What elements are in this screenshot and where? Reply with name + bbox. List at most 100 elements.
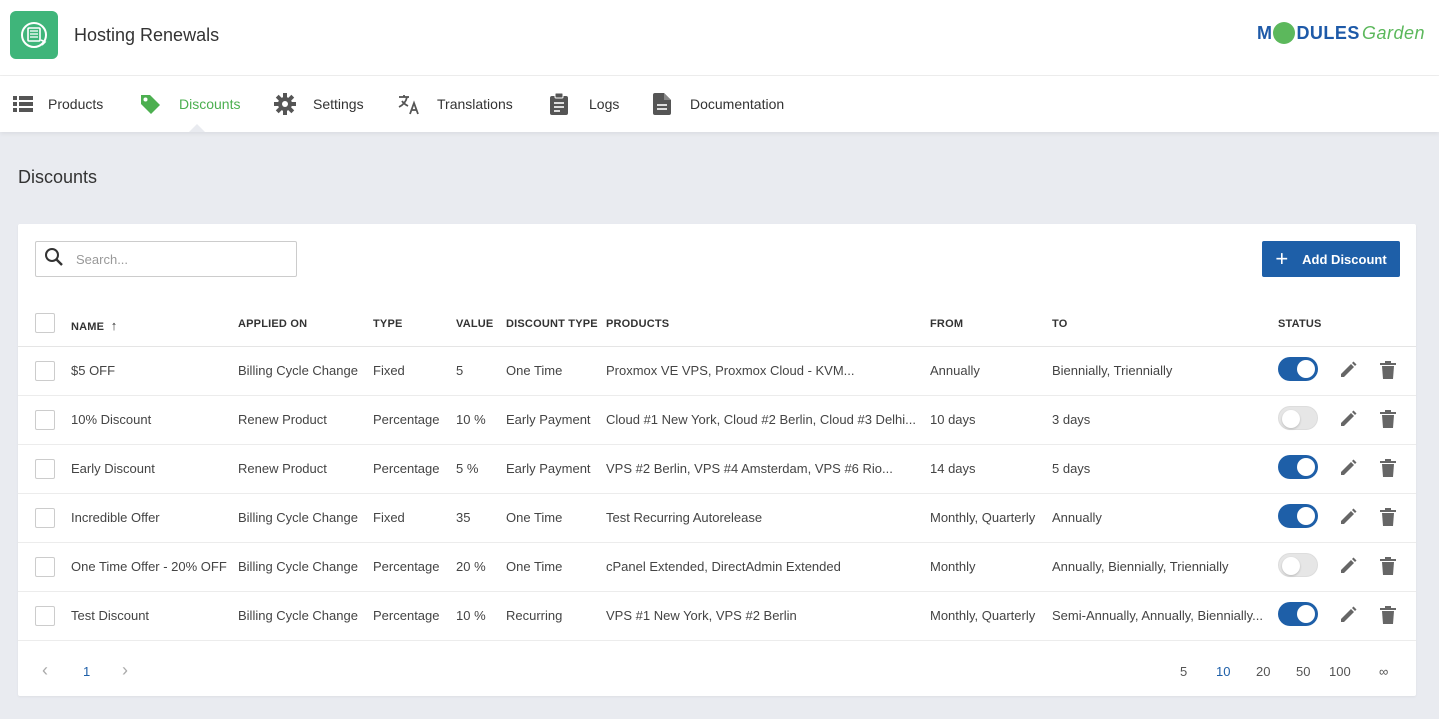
cell-value: 5 <box>456 363 464 378</box>
edit-icon[interactable] <box>1338 605 1358 625</box>
nav-logs-label: Logs <box>589 96 620 112</box>
cell-discount-type: Recurring <box>506 608 563 623</box>
tag-icon <box>139 93 161 115</box>
cell-discount-type: One Time <box>506 510 563 525</box>
cell-products: cPanel Extended, DirectAdmin Extended <box>606 559 841 574</box>
cell-applied-on: Billing Cycle Change <box>238 363 358 378</box>
status-toggle[interactable] <box>1278 357 1318 381</box>
table-row: Early Discount Renew Product Percentage 5 %… <box>18 445 1416 494</box>
app-title: Hosting Renewals <box>74 25 220 45</box>
trash-icon[interactable] <box>1378 409 1398 429</box>
cell-type: Percentage <box>373 608 440 623</box>
status-toggle[interactable] <box>1278 602 1318 626</box>
cell-name: 10% Discount <box>71 412 152 427</box>
cell-applied-on: Renew Product <box>238 461 327 476</box>
row-checkbox[interactable] <box>35 557 55 577</box>
cell-products: Cloud #1 New York, Cloud #2 Berlin, Clou… <box>606 412 917 427</box>
page-size-100[interactable]: 100 <box>1329 664 1351 679</box>
edit-icon[interactable] <box>1338 507 1358 527</box>
cell-products: VPS #1 New York, VPS #2 Berlin <box>606 608 797 623</box>
cell-name: Test Discount <box>71 608 150 623</box>
edit-icon[interactable] <box>1338 458 1358 478</box>
cell-value: 5 % <box>456 461 479 476</box>
cell-to: Semi-Annually, Annually, Biennially... <box>1052 608 1263 623</box>
row-checkbox[interactable] <box>35 459 55 479</box>
status-toggle[interactable] <box>1278 455 1318 479</box>
cell-to: Annually <box>1052 510 1102 525</box>
cell-products: Test Recurring Autorelease <box>606 510 763 525</box>
cell-applied-on: Billing Cycle Change <box>238 608 358 623</box>
trash-icon[interactable] <box>1378 556 1398 576</box>
edit-icon[interactable] <box>1338 409 1358 429</box>
cell-name: $5 OFF <box>71 363 116 378</box>
column-header-discount-type[interactable]: DISCOUNT TYPE <box>506 318 598 330</box>
table-row: One Time Offer - 20% OFF Billing Cycle Ch… <box>18 543 1416 592</box>
trash-icon[interactable] <box>1378 360 1398 380</box>
page-size-5[interactable]: 5 <box>1180 664 1187 679</box>
row-checkbox[interactable] <box>35 606 55 626</box>
cell-value: 35 <box>456 510 471 525</box>
nav-logs[interactable]: Logs <box>548 76 619 132</box>
column-header-name[interactable]: NAME ↑ <box>71 318 117 333</box>
page-size-50[interactable]: 50 <box>1296 664 1310 679</box>
search-input[interactable] <box>76 251 276 267</box>
nav-products[interactable]: Products <box>12 76 103 132</box>
table-row: $5 OFF Billing Cycle Change Fixed 5 One Time… <box>18 347 1416 396</box>
prev-page-button[interactable]: ‹ <box>42 660 48 681</box>
nav-documentation[interactable]: Documentation <box>651 76 784 132</box>
row-checkbox[interactable] <box>35 361 55 381</box>
nav-settings[interactable]: Settings <box>274 76 364 132</box>
cell-type: Percentage <box>373 461 440 476</box>
main-nav: Products Discounts Settings Translations… <box>0 76 1439 132</box>
table-row: Incredible Offer Billing Cycle Change Fixe… <box>18 494 1416 543</box>
cell-products: Proxmox VE VPS, Proxmox Cloud - KVM... <box>606 363 855 378</box>
nav-products-label: Products <box>48 96 104 112</box>
status-toggle[interactable] <box>1278 504 1318 528</box>
column-header-from[interactable]: FROM <box>930 318 963 330</box>
nav-translations[interactable]: Translations <box>398 76 513 132</box>
page-size-all[interactable]: ∞ <box>1379 664 1388 679</box>
column-header-value[interactable]: VALUE <box>456 318 493 330</box>
list-icon <box>12 93 34 115</box>
column-header-status[interactable]: STATUS <box>1278 318 1322 330</box>
column-header-products[interactable]: PRODUCTS <box>606 318 669 330</box>
cell-applied-on: Billing Cycle Change <box>238 559 358 574</box>
status-toggle[interactable] <box>1278 406 1318 430</box>
plus-icon: + <box>1275 246 1289 271</box>
nav-documentation-label: Documentation <box>690 96 785 112</box>
row-checkbox[interactable] <box>35 508 55 528</box>
cell-from: Monthly, Quarterly <box>930 608 1036 623</box>
globe-icon <box>1273 22 1296 44</box>
search-box[interactable] <box>35 241 297 277</box>
edit-icon[interactable] <box>1338 360 1358 380</box>
select-all-checkbox[interactable] <box>35 313 55 333</box>
cell-discount-type: One Time <box>506 363 563 378</box>
next-page-button[interactable]: › <box>122 660 128 681</box>
brand-text-c: Garden <box>1361 22 1425 43</box>
add-discount-label: Add Discount <box>1302 251 1387 267</box>
column-header-to[interactable]: TO <box>1052 318 1067 330</box>
app-header: Hosting Renewals M DULES Garden <box>0 0 1439 76</box>
modulesgarden-logo[interactable]: M DULES Garden <box>1257 22 1425 44</box>
page-1-button[interactable]: 1 <box>83 664 90 679</box>
table-row: 10% Discount Renew Product Percentage 10 % E… <box>18 396 1416 445</box>
cell-name: Incredible Offer <box>71 510 160 525</box>
cell-to: 3 days <box>1052 412 1091 427</box>
column-header-applied-on[interactable]: APPLIED ON <box>238 318 307 330</box>
edit-icon[interactable] <box>1338 556 1358 576</box>
trash-icon[interactable] <box>1378 507 1398 527</box>
trash-icon[interactable] <box>1378 605 1398 625</box>
cell-value: 10 % <box>456 608 486 623</box>
trash-icon[interactable] <box>1378 458 1398 478</box>
status-toggle[interactable] <box>1278 553 1318 577</box>
active-tab-caret <box>189 124 205 132</box>
cell-value: 10 % <box>456 412 486 427</box>
page-size-10[interactable]: 10 <box>1216 664 1230 679</box>
table-row: Test Discount Billing Cycle Change Percent… <box>18 592 1416 641</box>
cell-applied-on: Billing Cycle Change <box>238 510 358 525</box>
row-checkbox[interactable] <box>35 410 55 430</box>
cell-to: Annually, Biennially, Triennially <box>1052 559 1229 574</box>
add-discount-button[interactable]: + Add Discount <box>1262 241 1400 277</box>
column-header-type[interactable]: TYPE <box>373 318 403 330</box>
page-size-20[interactable]: 20 <box>1256 664 1270 679</box>
